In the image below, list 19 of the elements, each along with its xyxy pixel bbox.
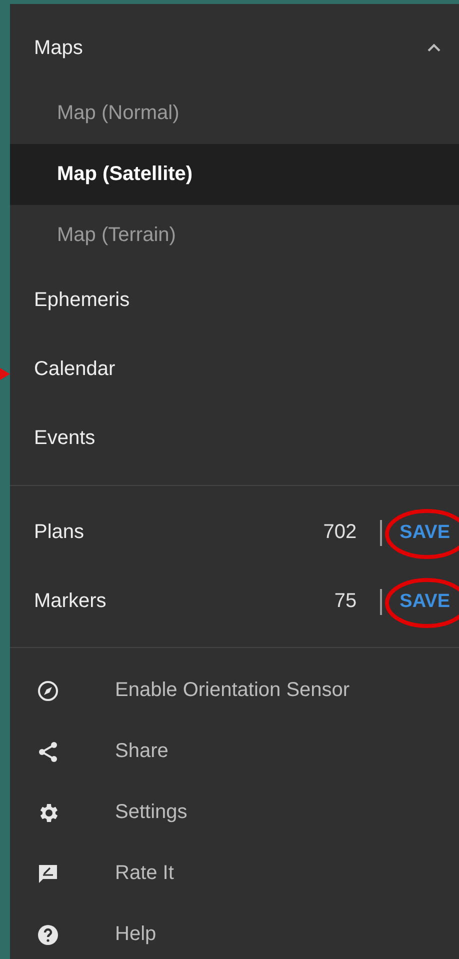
menu-item[interactable]: Map (Terrain) <box>10 205 459 266</box>
menu-item[interactable]: Help <box>10 904 459 959</box>
menu-item[interactable]: Share <box>10 721 459 782</box>
menu-item[interactable]: Enable Orientation Sensor <box>10 660 459 721</box>
help-icon <box>36 922 60 946</box>
menu-item[interactable]: Map (Normal) <box>10 83 459 144</box>
count: 702 <box>323 521 357 544</box>
maps-section-header[interactable]: Maps <box>10 4 459 83</box>
menu-item[interactable]: Events <box>10 404 459 473</box>
share-icon <box>36 740 60 764</box>
menu-item[interactable]: Ephemeris <box>10 266 459 335</box>
compass-icon <box>36 678 60 702</box>
counter-label: Markers <box>34 590 108 613</box>
count: 75 <box>334 590 357 613</box>
menu-item[interactable]: Settings <box>10 782 459 843</box>
menu-item[interactable]: Rate It <box>10 843 459 904</box>
menu-item[interactable]: Calendar <box>10 335 459 404</box>
counter-label: Plans <box>34 521 86 544</box>
menu-item[interactable]: Map (Satellite) <box>10 144 459 205</box>
